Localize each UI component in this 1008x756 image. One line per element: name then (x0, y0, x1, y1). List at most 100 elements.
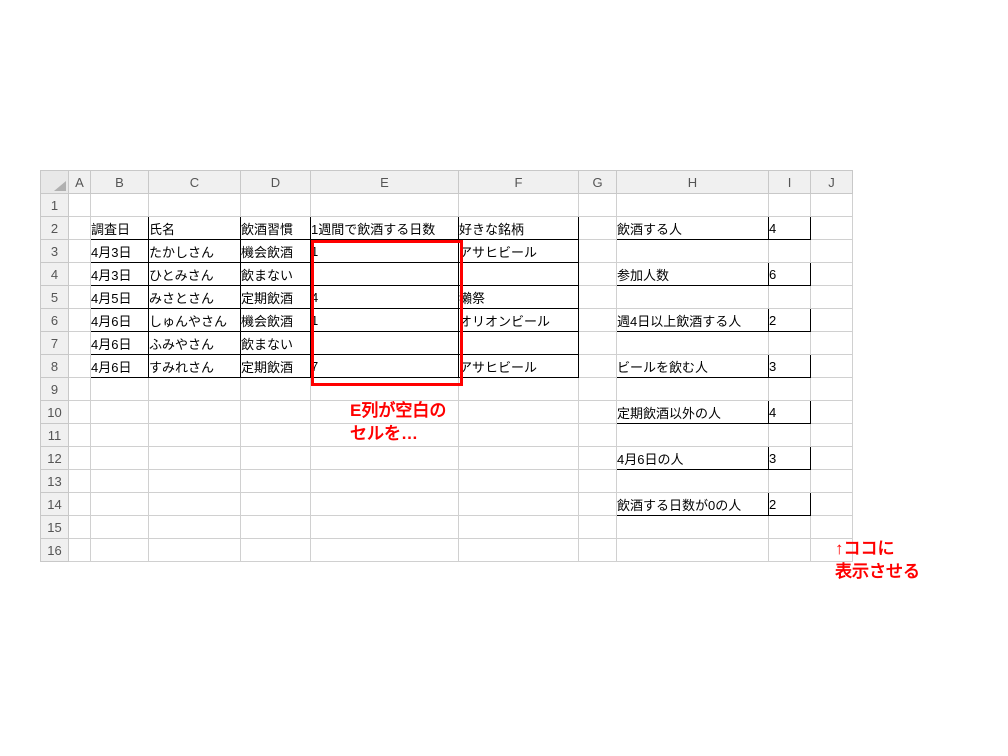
cell[interactable] (579, 286, 617, 309)
col-header-B[interactable]: B (91, 171, 149, 194)
row-header-3[interactable]: 3 (41, 240, 69, 263)
cell[interactable] (69, 447, 91, 470)
cell[interactable] (769, 539, 811, 562)
cell[interactable] (811, 309, 853, 332)
side-value[interactable]: 4 (769, 217, 811, 240)
side-label[interactable]: 参加人数 (617, 263, 769, 286)
cell[interactable] (769, 516, 811, 539)
cell[interactable] (311, 378, 459, 401)
cell[interactable]: 4月6日 (91, 332, 149, 355)
cell[interactable] (91, 493, 149, 516)
cell[interactable] (579, 470, 617, 493)
cell[interactable]: みさとさん (149, 286, 241, 309)
cell[interactable] (69, 355, 91, 378)
cell[interactable] (241, 194, 311, 217)
cell[interactable]: オリオンビール (459, 309, 579, 332)
cell[interactable] (579, 539, 617, 562)
spreadsheet-grid[interactable]: A B C D E F G H I J 1 2 (40, 170, 853, 562)
cell[interactable]: アサヒビール (459, 355, 579, 378)
cell[interactable]: 4月6日 (91, 309, 149, 332)
col-header-H[interactable]: H (617, 171, 769, 194)
cell[interactable] (69, 309, 91, 332)
cell[interactable] (811, 516, 853, 539)
col-header-F[interactable]: F (459, 171, 579, 194)
cell[interactable] (69, 240, 91, 263)
cell[interactable] (811, 470, 853, 493)
cell[interactable] (241, 539, 311, 562)
cell[interactable] (811, 447, 853, 470)
cell[interactable] (69, 286, 91, 309)
cell[interactable]: 獺祭 (459, 286, 579, 309)
row-header-10[interactable]: 10 (41, 401, 69, 424)
cell[interactable] (149, 424, 241, 447)
cell[interactable] (769, 332, 811, 355)
cell[interactable] (69, 539, 91, 562)
cell[interactable] (811, 493, 853, 516)
cell[interactable] (149, 194, 241, 217)
cell[interactable] (149, 447, 241, 470)
cell[interactable] (811, 286, 853, 309)
side-value[interactable]: 2 (769, 309, 811, 332)
cell[interactable] (769, 240, 811, 263)
cell[interactable]: 4月3日 (91, 240, 149, 263)
cell[interactable] (811, 355, 853, 378)
side-label[interactable]: 飲酒する人 (617, 217, 769, 240)
cell[interactable]: 4 (311, 286, 459, 309)
row-header-12[interactable]: 12 (41, 447, 69, 470)
cell[interactable]: ひとみさん (149, 263, 241, 286)
cell[interactable] (769, 286, 811, 309)
main-header-e[interactable]: 1週間で飲酒する日数 (311, 217, 459, 240)
cell[interactable] (69, 493, 91, 516)
col-header-D[interactable]: D (241, 171, 311, 194)
cell[interactable] (459, 378, 579, 401)
cell[interactable] (579, 240, 617, 263)
side-value[interactable]: 3 (769, 355, 811, 378)
cell[interactable]: 機会飲酒 (241, 309, 311, 332)
cell[interactable] (91, 447, 149, 470)
cell[interactable] (69, 332, 91, 355)
row-header-6[interactable]: 6 (41, 309, 69, 332)
row-header-11[interactable]: 11 (41, 424, 69, 447)
cell[interactable] (769, 194, 811, 217)
cell[interactable] (241, 378, 311, 401)
row-header-7[interactable]: 7 (41, 332, 69, 355)
cell[interactable]: 1 (311, 309, 459, 332)
cell[interactable] (811, 401, 853, 424)
cell[interactable] (459, 447, 579, 470)
cell[interactable]: 飲まない (241, 263, 311, 286)
row-header-5[interactable]: 5 (41, 286, 69, 309)
cell[interactable] (769, 470, 811, 493)
cell[interactable]: ふみやさん (149, 332, 241, 355)
cell[interactable] (769, 378, 811, 401)
cell[interactable] (311, 332, 459, 355)
cell[interactable] (811, 217, 853, 240)
cell[interactable] (69, 378, 91, 401)
cell[interactable] (311, 263, 459, 286)
cell[interactable] (579, 355, 617, 378)
cell[interactable] (69, 424, 91, 447)
side-label[interactable]: ビールを飲む人 (617, 355, 769, 378)
cell[interactable] (579, 516, 617, 539)
cell[interactable]: すみれさん (149, 355, 241, 378)
row-header-2[interactable]: 2 (41, 217, 69, 240)
cell[interactable] (91, 539, 149, 562)
cell[interactable] (459, 332, 579, 355)
cell[interactable] (311, 493, 459, 516)
side-value[interactable]: 3 (769, 447, 811, 470)
side-label[interactable]: 定期飲酒以外の人 (617, 401, 769, 424)
cell[interactable] (241, 470, 311, 493)
cell[interactable] (241, 493, 311, 516)
cell[interactable] (149, 493, 241, 516)
col-header-C[interactable]: C (149, 171, 241, 194)
cell[interactable] (617, 470, 769, 493)
cell[interactable] (241, 516, 311, 539)
cell[interactable]: アサヒビール (459, 240, 579, 263)
side-value[interactable]: 6 (769, 263, 811, 286)
cell[interactable] (459, 493, 579, 516)
cell[interactable] (69, 263, 91, 286)
cell[interactable]: 4月5日 (91, 286, 149, 309)
cell[interactable] (579, 378, 617, 401)
cell[interactable]: 定期飲酒 (241, 355, 311, 378)
cell[interactable] (91, 194, 149, 217)
cell[interactable] (811, 424, 853, 447)
